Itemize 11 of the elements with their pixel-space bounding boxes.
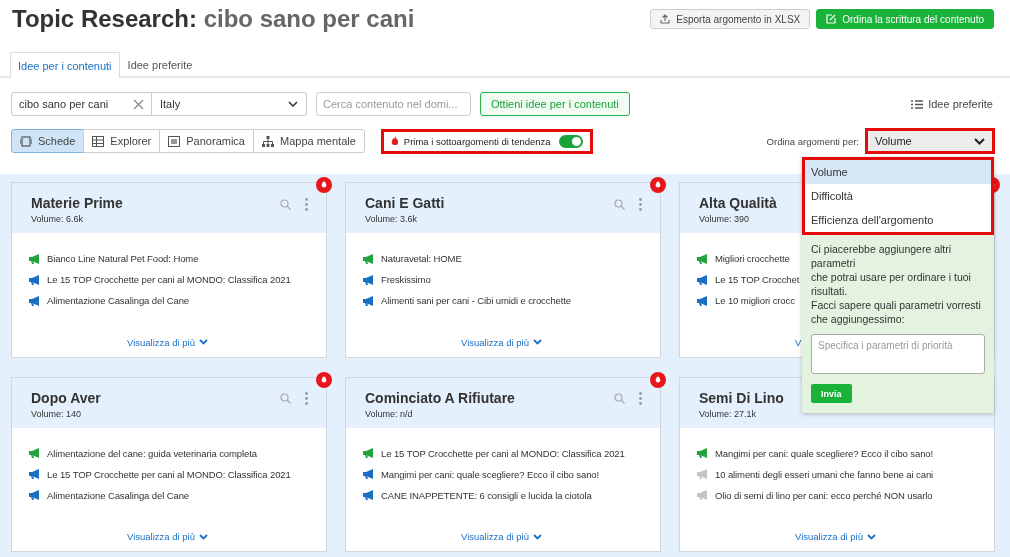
- trending-label: Prima i sottoargomenti di tendenza: [403, 135, 551, 147]
- volume-text: Volume: 390: [699, 214, 751, 224]
- volume-text: Volume: 27.1k: [699, 408, 758, 419]
- volume-text: Volume: 3.6k: [365, 214, 419, 224]
- feedback-text: Ci piacerebbe aggiungere altri parametri che potrai usare per ordinare i tuoi risultati. Facci sapere quali parametri vorresti che aggiungessimo:: [811, 242, 982, 326]
- sort-label: Ordina argomenti per:: [766, 135, 859, 147]
- volume-text: Volume: 6.6k: [31, 214, 85, 224]
- volume-text: Volume: 140: [31, 408, 83, 419]
- page-title: Topic Research:: [12, 5, 197, 32]
- volume-text: Volume: n/d: [365, 408, 414, 419]
- topic-name: cibo sano per cani: [203, 5, 415, 32]
